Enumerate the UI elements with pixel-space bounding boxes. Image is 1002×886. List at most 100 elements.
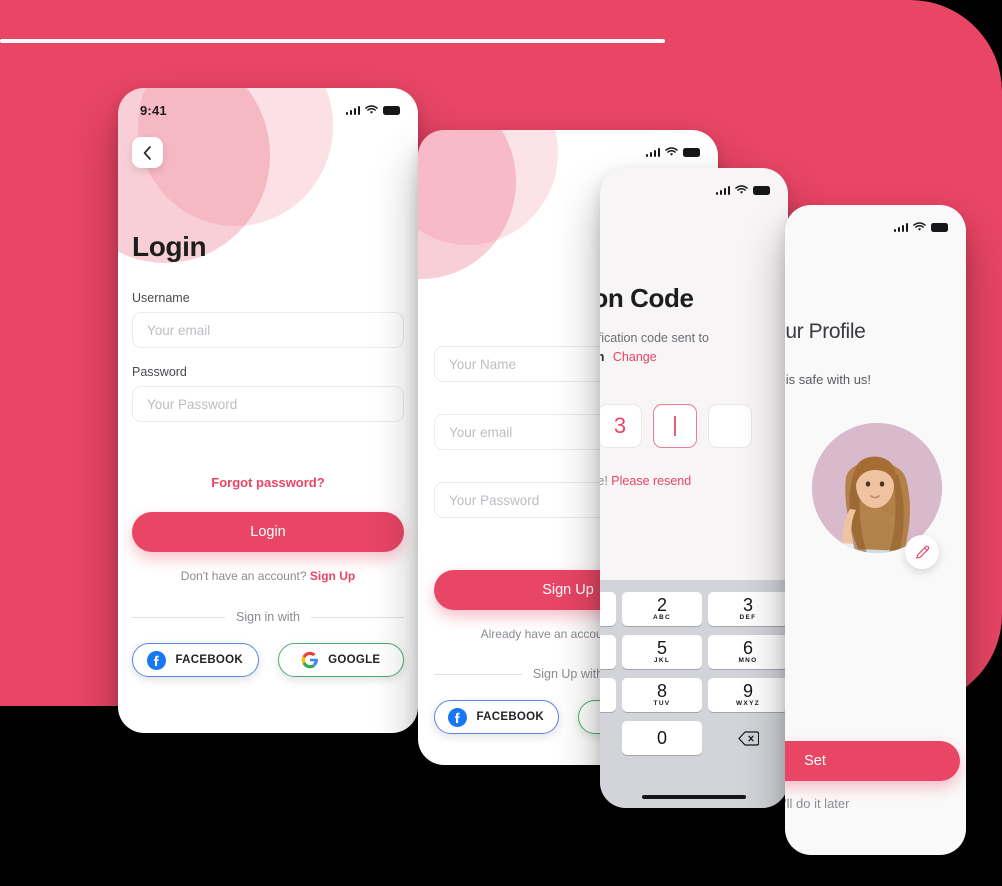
key-9[interactable]: 9 WXYZ bbox=[708, 678, 788, 712]
code-box[interactable] bbox=[708, 404, 752, 448]
key-digit: 0 bbox=[656, 727, 667, 748]
divider-rule-left bbox=[434, 673, 522, 675]
battery-icon bbox=[931, 222, 948, 232]
wifi-icon bbox=[735, 185, 748, 194]
key-letters: MNO bbox=[738, 657, 758, 664]
social-divider: Sign in with bbox=[132, 610, 404, 624]
resend-link[interactable]: Please resend bbox=[611, 474, 691, 488]
avatar[interactable] bbox=[812, 423, 942, 553]
home-indicator bbox=[642, 795, 746, 799]
key-letters: ABC bbox=[653, 614, 671, 621]
back-button[interactable] bbox=[132, 137, 163, 168]
google-login-button[interactable]: GOOGLE bbox=[277, 643, 404, 677]
key-5[interactable]: 5 JKL bbox=[622, 635, 702, 669]
verify-email: example@mail.com bbox=[600, 350, 604, 364]
login-prompt-text: Already have an account? bbox=[480, 627, 620, 641]
facebook-login-button[interactable]: FACEBOOK bbox=[132, 643, 259, 677]
facebook-icon bbox=[448, 707, 468, 727]
divider-label: Sign in with bbox=[236, 610, 300, 624]
username-label: Username bbox=[132, 291, 190, 305]
username-group: Username Your email bbox=[132, 291, 404, 348]
wifi-icon bbox=[665, 147, 678, 156]
forgot-password-link[interactable]: Forgot password? bbox=[132, 475, 404, 490]
page-title: Login bbox=[132, 231, 207, 262]
code-box-active[interactable] bbox=[653, 404, 697, 448]
decorative-white-stripe bbox=[0, 39, 665, 43]
facebook-signup-label: FACEBOOK bbox=[476, 711, 545, 723]
password-group: Password Your Password bbox=[132, 365, 404, 422]
divider-rule-left bbox=[132, 616, 226, 618]
verify-subtitle-text: Please type the verification code sent t… bbox=[600, 331, 709, 345]
facebook-signup-button[interactable]: FACEBOOK bbox=[434, 700, 559, 734]
key-digit: 2 bbox=[656, 595, 667, 615]
resend-prompt: Didn't receive a code! bbox=[600, 474, 608, 488]
social-buttons-row: FACEBOOK GOOGLE bbox=[132, 643, 404, 677]
status-icons bbox=[893, 222, 948, 232]
battery-icon bbox=[683, 147, 700, 157]
password-label: Password bbox=[132, 365, 187, 379]
change-email-link[interactable]: Change bbox=[613, 350, 657, 364]
status-icons bbox=[715, 185, 770, 195]
key-letters: TUV bbox=[653, 700, 671, 707]
status-bar bbox=[600, 168, 788, 202]
key-7[interactable]: 7 PQRS bbox=[600, 678, 616, 712]
key-0[interactable]: 0 bbox=[622, 721, 702, 755]
status-icons bbox=[645, 147, 700, 157]
battery-icon bbox=[383, 105, 400, 115]
signup-link[interactable]: Sign Up bbox=[310, 569, 355, 583]
page-title: Set Your Profile bbox=[785, 320, 866, 343]
divider-rule-right bbox=[310, 616, 404, 618]
code-input-row: 1 2 3 bbox=[600, 404, 780, 448]
wifi-icon bbox=[913, 222, 926, 231]
google-login-label: GOOGLE bbox=[328, 654, 381, 666]
key-digit: 3 bbox=[742, 595, 753, 615]
key-digit: 5 bbox=[656, 638, 667, 658]
key-digit: 8 bbox=[656, 681, 667, 701]
key-1[interactable]: 1 bbox=[600, 592, 616, 626]
login-button[interactable]: Login bbox=[132, 512, 404, 552]
edit-avatar-button[interactable] bbox=[905, 535, 939, 569]
status-icons bbox=[345, 105, 400, 115]
key-letters: DEF bbox=[739, 614, 757, 621]
key-letters: WXYZ bbox=[736, 700, 760, 707]
profile-phone-card: Set Your Profile Your data is safe with … bbox=[785, 205, 966, 855]
key-3[interactable]: 3 DEF bbox=[708, 592, 788, 626]
signup-prompt-text: Don't have an account? bbox=[180, 569, 307, 583]
key-digit: 9 bbox=[742, 681, 753, 701]
avatar-photo bbox=[812, 423, 942, 553]
do-it-later-link[interactable]: I'll do it later bbox=[785, 796, 960, 811]
key-6[interactable]: 6 MNO bbox=[708, 635, 788, 669]
key-2[interactable]: 2 ABC bbox=[622, 592, 702, 626]
code-box[interactable]: 3 bbox=[600, 404, 642, 448]
key-4[interactable]: 4 GHI bbox=[600, 635, 616, 669]
signup-prompt: Don't have an account? Sign Up bbox=[132, 569, 404, 583]
profile-subtitle: Your data is safe with us! bbox=[785, 372, 872, 387]
facebook-login-label: FACEBOOK bbox=[175, 654, 244, 666]
set-profile-button[interactable]: Set bbox=[785, 741, 960, 781]
signal-icon bbox=[345, 105, 360, 115]
chevron-left-icon bbox=[143, 145, 151, 160]
status-bar bbox=[785, 205, 966, 239]
status-bar: 9:41 bbox=[118, 88, 418, 122]
wifi-icon bbox=[365, 105, 378, 114]
backspace-icon bbox=[737, 730, 759, 746]
facebook-icon bbox=[147, 650, 167, 670]
status-clock: 9:41 bbox=[140, 102, 167, 118]
password-input[interactable]: Your Password bbox=[132, 386, 404, 422]
text-cursor bbox=[674, 416, 676, 436]
google-icon bbox=[301, 651, 319, 669]
login-phone-card: 9:41 Login Username Your email Password … bbox=[118, 88, 418, 733]
key-digit: 6 bbox=[742, 638, 753, 658]
key-letters: JKL bbox=[653, 657, 671, 664]
page-title: Verification Code bbox=[600, 283, 694, 313]
status-bar bbox=[418, 130, 718, 164]
signal-icon bbox=[893, 222, 908, 232]
divider-label: Sign Up with bbox=[532, 667, 604, 681]
backspace-key[interactable] bbox=[708, 721, 788, 755]
resend-row: Didn't receive a code! Please resend bbox=[600, 474, 780, 488]
username-input[interactable]: Your email bbox=[132, 312, 404, 348]
key-8[interactable]: 8 TUV bbox=[622, 678, 702, 712]
signal-icon bbox=[645, 147, 660, 157]
pencil-icon bbox=[915, 545, 929, 559]
numeric-keypad: 1 2 ABC 3 DEF 4 GHI 5 JKL 6 MNO 7 PQRS 8 bbox=[600, 580, 788, 808]
